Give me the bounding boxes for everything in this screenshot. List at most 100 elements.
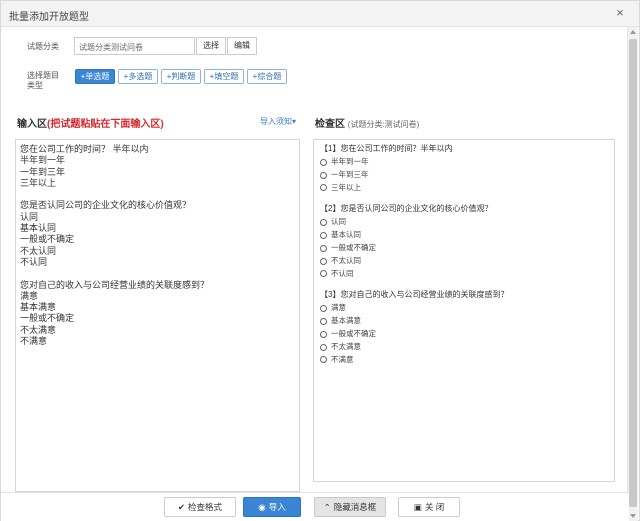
dialog-footer: ✔ 检查格式 ◉ 导入 ⌃ 隐藏消息框 ▣ 关 闭 <box>1 492 629 521</box>
scrollbar-thumb[interactable] <box>629 39 637 507</box>
type-composite-button[interactable]: +综合题 <box>247 69 287 84</box>
hide-message-label: 隐藏消息框 <box>333 502 377 512</box>
preview-option-label: 半年到一年 <box>331 157 369 166</box>
category-select-button[interactable]: 选择 <box>196 37 226 55</box>
preview-option-label: 不认同 <box>331 268 354 278</box>
input-line: 一年到三年 <box>20 166 66 177</box>
preview-option-label: 一般或不确定 <box>331 242 376 252</box>
preview-option[interactable]: 一年到三年 <box>320 169 608 182</box>
radio-icon[interactable] <box>320 244 327 252</box>
check-preview-panel: 【1】您在公司工作的时间？半年以内 半年到一年 一年到三年 三年以上 【2】您是否认同公… <box>313 139 615 482</box>
radio-icon[interactable] <box>320 270 327 278</box>
dialog-scrollbar[interactable] <box>627 27 638 521</box>
radio-icon[interactable] <box>320 171 327 179</box>
check-area-subtitle: (试题分类:测试问卷) <box>347 120 420 129</box>
input-line: 一般或不确定 <box>20 313 75 324</box>
type-true-false-button[interactable]: +判断题 <box>161 69 201 84</box>
input-area-title-hint: (把试题粘贴在下面输入区) <box>47 119 164 130</box>
import-help-link[interactable]: 导入须知▾ <box>260 116 296 127</box>
preview-question-title: 【3】您对自己的收入与公司经营业绩的关联度感到？ <box>320 290 509 300</box>
input-line: 三年以上 <box>20 177 57 188</box>
input-line: 您在公司工作的时间？ 半年以内 <box>20 144 149 154</box>
radio-icon[interactable] <box>320 219 327 227</box>
radio-icon[interactable] <box>320 184 327 192</box>
preview-option-label: 一般或不确定 <box>331 328 376 338</box>
category-input[interactable]: 试题分类测试问卷 <box>74 37 195 55</box>
preview-option[interactable]: 认同 <box>320 216 608 229</box>
dialog-titlebar: 批量添加开放题型 × <box>1 1 639 27</box>
preview-option[interactable]: 基本满意 <box>320 315 608 328</box>
type-multiple-choice-button[interactable]: +多选题 <box>118 69 158 84</box>
preview-question-title: 【2】您是否认同公司的企业文化的核心价值观？ <box>320 204 493 214</box>
import-button[interactable]: ◉ 导入 <box>243 497 301 517</box>
input-line: 基本认同 <box>20 223 57 234</box>
question-type-label-line2: 类型 <box>27 81 43 90</box>
check-area-title: 检查区 (试题分类:测试问卷) <box>315 115 419 130</box>
preview-question: 【3】您对自己的收入与公司经营业绩的关联度感到？ 满意基本满意 一般或不确定不太满意… <box>320 289 608 366</box>
type-label: 填空题 <box>214 72 239 81</box>
input-area-title-main: 输入区 <box>17 119 47 130</box>
import-icon: ◉ <box>258 502 266 512</box>
preview-option-label: 一年到三年 <box>331 169 369 179</box>
preview-option[interactable]: 不太认同 <box>320 255 608 268</box>
input-line: 半年到一年 <box>20 155 66 166</box>
input-line <box>20 268 295 279</box>
input-area-title: 输入区(把试题粘贴在下面输入区) <box>17 115 164 130</box>
preview-option[interactable]: 满意 <box>320 302 608 315</box>
radio-icon[interactable] <box>320 343 327 351</box>
preview-option-label: 三年以上 <box>331 182 361 192</box>
chevron-down-icon: ▾ <box>292 117 297 126</box>
radio-icon[interactable] <box>320 305 327 313</box>
close-label: 关 闭 <box>424 502 445 512</box>
preview-option-label: 不满意 <box>331 354 354 364</box>
input-line <box>20 189 295 200</box>
check-format-button[interactable]: ✔ 检查格式 <box>164 497 236 517</box>
input-line: 不认同 <box>20 256 48 267</box>
preview-question: 【2】您是否认同公司的企业文化的核心价值观？ 认同 基本认同 一般或不确定 不太认同不认… <box>320 203 608 280</box>
close-button[interactable]: ▣ 关 闭 <box>398 497 460 517</box>
preview-option-label: 满意 <box>331 303 346 313</box>
radio-icon[interactable] <box>320 318 327 326</box>
scroll-up-icon[interactable] <box>630 30 636 34</box>
preview-option[interactable]: 基本认同 <box>320 229 608 242</box>
question-input-textarea[interactable]: 您在公司工作的时间？ 半年以内 半年到一年 一年到三年 三年以上您是否认同公司的企业文… <box>15 139 300 492</box>
preview-option[interactable]: 不太满意 <box>320 341 608 354</box>
preview-option[interactable]: 三年以上 <box>320 182 608 195</box>
input-line: 认同 <box>20 211 39 222</box>
hide-message-button[interactable]: ⌃ 隐藏消息框 <box>314 497 386 517</box>
input-line: 不太满意 <box>20 324 57 335</box>
preview-option[interactable]: 不满意 <box>320 354 608 367</box>
check-format-label: 检查格式 <box>188 502 223 512</box>
radio-icon[interactable] <box>320 257 327 265</box>
input-line: 您对自己的收入与公司经营业绩的关联度感到？ <box>20 279 210 290</box>
close-icon[interactable]: × <box>613 6 627 20</box>
type-label: 单选题 <box>85 72 110 81</box>
preview-option[interactable]: 不认同 <box>320 268 608 281</box>
type-fill-blank-button[interactable]: +填空题 <box>204 69 244 84</box>
import-help-label: 导入须知 <box>260 117 292 126</box>
type-label: 综合题 <box>257 72 282 81</box>
type-single-choice-button[interactable]: +单选题 <box>75 69 115 84</box>
preview-option-label: 不太认同 <box>331 255 361 265</box>
check-area-title-main: 检查区 <box>315 119 345 130</box>
close-window-icon: ▣ <box>413 502 422 512</box>
category-edit-button[interactable]: 编辑 <box>227 37 257 55</box>
type-label: 多选题 <box>128 72 153 81</box>
check-icon: ✔ <box>177 502 186 512</box>
scroll-down-icon[interactable] <box>630 514 636 518</box>
preview-option[interactable]: 一般或不确定 <box>320 242 608 255</box>
preview-option[interactable]: 一般或不确定 <box>320 328 608 341</box>
radio-icon[interactable] <box>320 356 327 364</box>
input-line: 您是否认同公司的企业文化的核心价值观？ <box>20 200 192 211</box>
type-label: 判断题 <box>171 72 196 81</box>
radio-icon[interactable] <box>320 158 327 166</box>
radio-icon[interactable] <box>320 232 327 240</box>
input-line: 基本满意 <box>20 302 57 313</box>
dialog-window: 批量添加开放题型 × 试题分类 试题分类测试问卷 选择 编辑 选择题目 类型 +… <box>0 0 640 521</box>
input-line: 不太认同 <box>20 245 57 256</box>
radio-icon[interactable] <box>320 330 327 338</box>
dialog-title: 批量添加开放题型 <box>9 12 89 23</box>
preview-option[interactable]: 半年到一年 <box>320 156 608 169</box>
input-line: 一般或不确定 <box>20 234 75 245</box>
category-label: 试题分类 <box>27 42 59 51</box>
